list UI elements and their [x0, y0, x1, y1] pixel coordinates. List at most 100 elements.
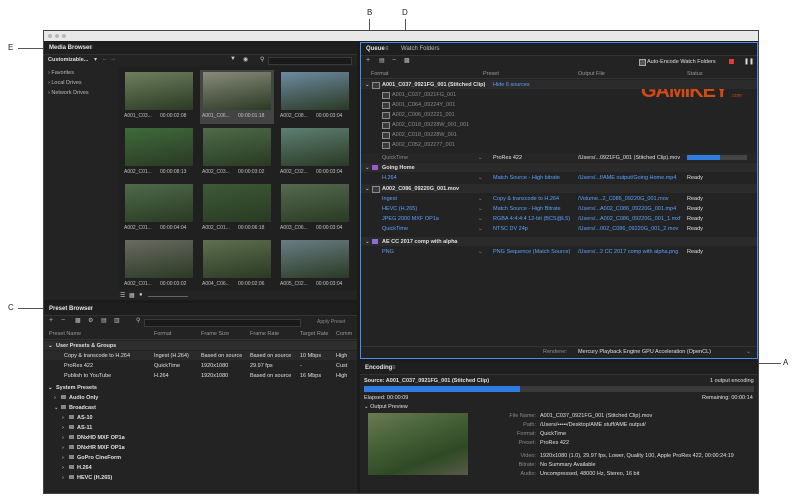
queue-item-a002[interactable]: ⌄ A002_C086_09220G_001.mov [361, 184, 757, 193]
chevron-down-icon[interactable]: ⌄ [478, 206, 483, 212]
chevron-down-icon[interactable]: ⌄ [478, 226, 483, 232]
output-file-path[interactable]: /Volume...2_C086_09220G_001.mov [578, 196, 669, 202]
media-thumbnail[interactable]: A002_C03... 00:00:03:02 [200, 126, 274, 180]
location-dropdown[interactable]: Customizable... [48, 57, 88, 63]
media-thumbnail[interactable]: A002_C02... 00:00:03:04 [278, 126, 352, 180]
col-output-file[interactable]: Output File [578, 71, 605, 77]
settings-icon[interactable]: ⚙ [88, 317, 93, 324]
panel-menu-icon[interactable]: ≡ [89, 306, 93, 312]
output-preset[interactable]: Match Source - High bitrate [493, 175, 560, 181]
panel-menu-icon[interactable]: ≡ [392, 365, 396, 371]
col-target-rate[interactable]: Target Rate [300, 331, 328, 337]
system-presets-group[interactable]: ⌄ System Presets [44, 383, 357, 392]
col-format[interactable]: Format [154, 331, 171, 337]
stop-queue-button[interactable] [729, 59, 734, 64]
add-source-icon[interactable]: + [366, 57, 370, 64]
chevron-down-icon[interactable]: ⌄ [746, 348, 751, 355]
panel-menu-icon[interactable]: ≡ [89, 45, 93, 51]
output-format[interactable]: HEVC (H.265) [382, 206, 417, 212]
new-group-icon[interactable]: ▩ [75, 317, 81, 324]
col-frame-size[interactable]: Frame Size [201, 331, 229, 337]
tab-watch-folders[interactable]: Watch Folders [401, 46, 439, 52]
auto-encode-checkbox[interactable] [639, 59, 646, 66]
output-file-path[interactable]: /Users/...0921FG_001 (Stitched Clip).mov [578, 155, 680, 161]
hide-sources-link[interactable]: Hide 6 sources [493, 82, 530, 88]
tree-item-network-drives[interactable]: › Network Drives [48, 90, 89, 96]
queue-item-ae-comp[interactable]: ⌄ AE CC 2017 comp with alpha [361, 237, 757, 246]
output-file-path[interactable]: /Users/...A002_C086_09220G_001.mp4 [578, 206, 676, 212]
queue-item-going-home[interactable]: ⌄ Going Home [361, 163, 757, 172]
media-thumbnail[interactable]: A002_C01... 00:00:04:04 [122, 182, 196, 236]
output-file-path[interactable]: /Users/...2 CC 2017 comp with alpha.png [578, 249, 678, 255]
output-format[interactable]: QuickTime [382, 226, 408, 232]
output-preset[interactable]: ProRes 422 [493, 155, 522, 161]
output-preset[interactable]: Match Source - High Bitrate [493, 206, 561, 212]
media-thumbnail[interactable]: A001_C03... 00:00:02:08 [122, 70, 196, 124]
system-preset-row[interactable]: › AS-10 [44, 413, 357, 422]
filter-icon[interactable]: ▼ [230, 56, 236, 62]
preset-row[interactable]: Copy & transcode to H.264 Ingest (H.264) B… [44, 351, 357, 360]
source-clip-row[interactable]: A002_C018_09228W_001_001 [361, 120, 757, 129]
search-input[interactable] [268, 57, 352, 65]
chevron-down-icon[interactable]: ⌄ [478, 216, 483, 222]
copy-icon[interactable]: ▩ [404, 57, 410, 64]
col-format[interactable]: Format [371, 71, 388, 77]
output-format[interactable]: H.264 [382, 175, 397, 181]
chevron-down-icon[interactable]: ⌄ [478, 175, 483, 181]
grid-view-icon[interactable]: ▦ [129, 292, 135, 299]
output-format[interactable]: Ingest [382, 196, 397, 202]
system-preset-row[interactable]: › GoPro CineForm [44, 453, 357, 462]
chevron-down-icon[interactable]: ▾ [94, 56, 97, 63]
zoom-slider-handle[interactable]: ● [139, 292, 143, 298]
queue-item-stitched[interactable]: ⌄ A001_C037_0921FG_001 (Stitched Clip) H… [361, 80, 757, 89]
encoding-title[interactable]: Encoding [365, 365, 392, 371]
search-icon[interactable]: ⚲ [260, 56, 264, 63]
duplicate-icon[interactable]: ▤ [379, 57, 385, 64]
output-format[interactable]: QuickTime [382, 155, 408, 161]
system-preset-row[interactable]: › DNxHR MXF OP1a [44, 443, 357, 452]
queue-output-row[interactable]: QuickTime ⌄ NTSC DV 24p/Users/...002_C086_… [361, 224, 757, 233]
preset-browser-title[interactable]: Preset Browser [49, 306, 93, 312]
tree-item-favorites[interactable]: › Favorites [48, 70, 74, 76]
apply-preset-button[interactable]: Apply Preset [317, 319, 345, 325]
col-preset[interactable]: Preset [483, 71, 499, 77]
preset-search-input[interactable] [144, 319, 301, 327]
back-arrow-icon[interactable]: ← [102, 56, 108, 62]
media-thumbnail[interactable]: A002_C01... 00:00:03:02 [122, 238, 196, 292]
system-preset-row[interactable]: › AS-11 [44, 423, 357, 432]
system-preset-row[interactable]: › H.264 [44, 463, 357, 472]
queue-output-going-home[interactable]: H.264 ⌄ Match Source - High bitrate /Use… [361, 173, 757, 182]
col-preset-name[interactable]: Preset Name [49, 331, 81, 337]
output-file-path[interactable]: /Users/...002_C086_09220G_001_2.mov [578, 226, 678, 232]
system-preset-row[interactable]: › Audio Only [44, 393, 357, 402]
source-clip-row[interactable]: A001_C037_0921FG_001 [361, 90, 757, 99]
chevron-down-icon[interactable]: ⌄ [478, 196, 483, 202]
renderer-dropdown[interactable]: Mercury Playback Engine GPU Acceleration… [578, 349, 711, 355]
remove-preset-icon[interactable]: − [61, 317, 65, 324]
list-view-icon[interactable]: ☰ [120, 292, 125, 299]
system-preset-row[interactable]: › DNxHD MXF OP1a [44, 433, 357, 442]
tab-queue[interactable]: Queue [366, 46, 385, 52]
media-thumbnail[interactable]: A002_C01... 00:00:06:18 [200, 182, 274, 236]
output-preset[interactable]: Copy & transcode to H.264 [493, 196, 559, 202]
search-icon[interactable]: ⚲ [136, 317, 140, 324]
view-icon[interactable]: ◉ [243, 56, 248, 63]
media-thumbnail[interactable]: A004_C06... 00:00:02:06 [200, 238, 274, 292]
media-thumbnail[interactable]: A002_C01... 00:00:08:13 [122, 126, 196, 180]
queue-output-row[interactable]: JPEG 2000 MXF OP1a ⌄ RGBA 4:4:4:4 12-bit (… [361, 214, 757, 223]
source-clip-row[interactable]: A002_C052_092277_001 [361, 140, 757, 149]
media-thumbnail[interactable]: A002_C08... 00:00:03:04 [278, 70, 352, 124]
remove-icon[interactable]: − [392, 57, 396, 64]
queue-output-ae-comp[interactable]: PNG ⌄ PNG Sequence (Match Source) /Users… [361, 247, 757, 256]
import-icon[interactable]: ▤ [101, 317, 107, 324]
system-preset-row[interactable]: ⌄ Broadcast [44, 403, 357, 412]
zoom-slider-track[interactable] [148, 296, 188, 297]
tree-item-local-drives[interactable]: › Local Drives [48, 80, 82, 86]
media-thumbnail[interactable]: A003_C06... 00:00:03:04 [278, 182, 352, 236]
output-preset[interactable]: RGBA 4:4:4:4 12-bit (BCS@L5) [493, 216, 570, 222]
user-presets-group[interactable]: ⌄ User Presets & Groups [44, 341, 357, 350]
preset-row[interactable]: ProRes 422 QuickTime 1920x1080 29.97 fps - Cu… [44, 361, 357, 370]
minimize-window-button[interactable] [55, 34, 59, 38]
system-preset-row[interactable]: › HEVC (H.265) [44, 473, 357, 482]
queue-output-row[interactable]: HEVC (H.265) ⌄ Match Source - High Bitrate… [361, 204, 757, 213]
